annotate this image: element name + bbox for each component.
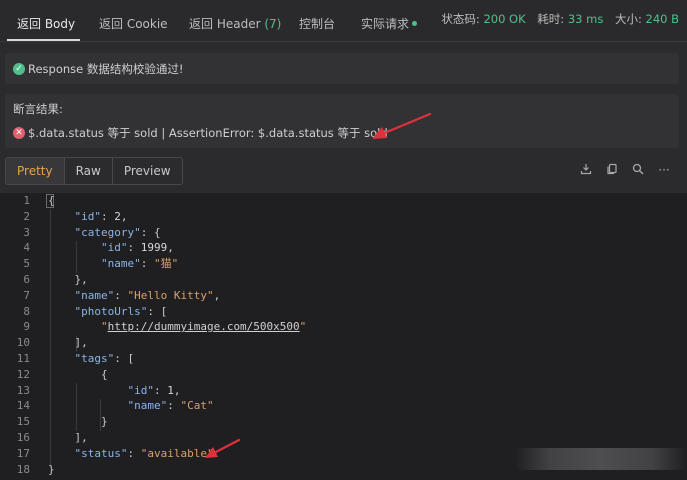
toolbar-actions: ··· (579, 163, 671, 177)
code-line: 7 "name": "Hello Kitty", (23, 288, 221, 302)
pretty-button[interactable]: Pretty (6, 158, 65, 184)
json-response-viewer[interactable]: 1{ 2 "id": 2, 3 "category": { 4 "id": 19… (0, 193, 687, 480)
status-code-value: 200 OK (483, 12, 526, 26)
size-label: 大小: (614, 12, 642, 26)
tab-actual-request[interactable]: 实际请求 (361, 15, 418, 32)
status-code-label: 状态码: (441, 12, 480, 26)
check-circle-icon: ✓ (13, 63, 25, 75)
code-line: 14 "name": "Cat" (16, 399, 214, 413)
annotation-arrow-icon (205, 438, 241, 458)
size-value: 240 B (645, 12, 680, 26)
status-dot-icon (412, 21, 418, 26)
code-line: 2 "id": 2, (23, 209, 128, 223)
validation-row: ✓ Response 数据结构校验通过! (13, 61, 184, 77)
assertion-title: 断言结果: (13, 102, 63, 116)
schema-validation-panel: ✓ Response 数据结构校验通过! (5, 53, 679, 84)
code-line: 9 "http://dummyimage.com/500x500" (23, 320, 307, 334)
download-icon[interactable] (579, 163, 593, 177)
error-circle-icon: ✕ (13, 127, 25, 139)
code-line: 5 "name": "猫" (23, 257, 179, 271)
code-line: 13 "id": 1, (16, 383, 181, 397)
response-tab-bar: 返回 Body 返回 Cookie 返回 Header (7) 控制台 实际请求… (0, 0, 687, 42)
annotation-arrow-icon (372, 112, 432, 139)
copy-icon[interactable] (605, 163, 619, 177)
body-toolbar: Pretty Raw Preview ··· (5, 157, 679, 187)
tab-console[interactable]: 控制台 (299, 15, 335, 32)
search-icon[interactable] (631, 163, 645, 177)
tab-cookie[interactable]: 返回 Cookie (99, 15, 168, 32)
code-line: 12 { (16, 367, 108, 381)
code-line: 8 "photoUrls": [ (23, 304, 168, 318)
elapsed-time-value: 33 ms (567, 12, 604, 26)
raw-button[interactable]: Raw (65, 158, 113, 184)
code-line: 3 "category": { (23, 225, 161, 239)
code-line: 10 ], (16, 336, 88, 350)
active-tab-indicator (7, 39, 80, 41)
validation-message: Response 数据结构校验通过! (28, 62, 184, 76)
code-line: 16 ], (16, 431, 88, 444)
assertion-message: $.data.status 等于 sold | AssertionError: … (28, 126, 388, 140)
code-line: 11 "tags": [ (16, 352, 135, 365)
code-line: 1{ (23, 194, 55, 207)
tab-actual-request-label: 实际请求 (361, 17, 410, 31)
code-line: 15 } (16, 415, 108, 429)
assertion-panel: 断言结果: ✕ $.data.status 等于 sold | Assertio… (5, 94, 679, 148)
header-count-badge: (7) (264, 17, 282, 31)
response-stats: 状态码: 200 OK 耗时: 33 ms 大小: 240 B (441, 11, 679, 27)
photo-url-link[interactable]: http://dummyimage.com/500x500 (108, 320, 300, 333)
view-mode-switch: Pretty Raw Preview (5, 157, 183, 185)
more-icon[interactable]: ··· (657, 163, 671, 177)
preview-button[interactable]: Preview (113, 158, 182, 184)
tab-header-label: 返回 Header (189, 17, 261, 31)
tab-body[interactable]: 返回 Body (17, 15, 75, 32)
elapsed-time-label: 耗时: (537, 12, 565, 26)
code-line: 6 }, (23, 273, 88, 286)
tab-header[interactable]: 返回 Header (7) (189, 15, 281, 32)
assertion-row: ✕ $.data.status 等于 sold | AssertionError… (13, 125, 388, 141)
watermark-blur (515, 448, 687, 470)
code-line: 4 "id": 1999, (23, 241, 174, 255)
